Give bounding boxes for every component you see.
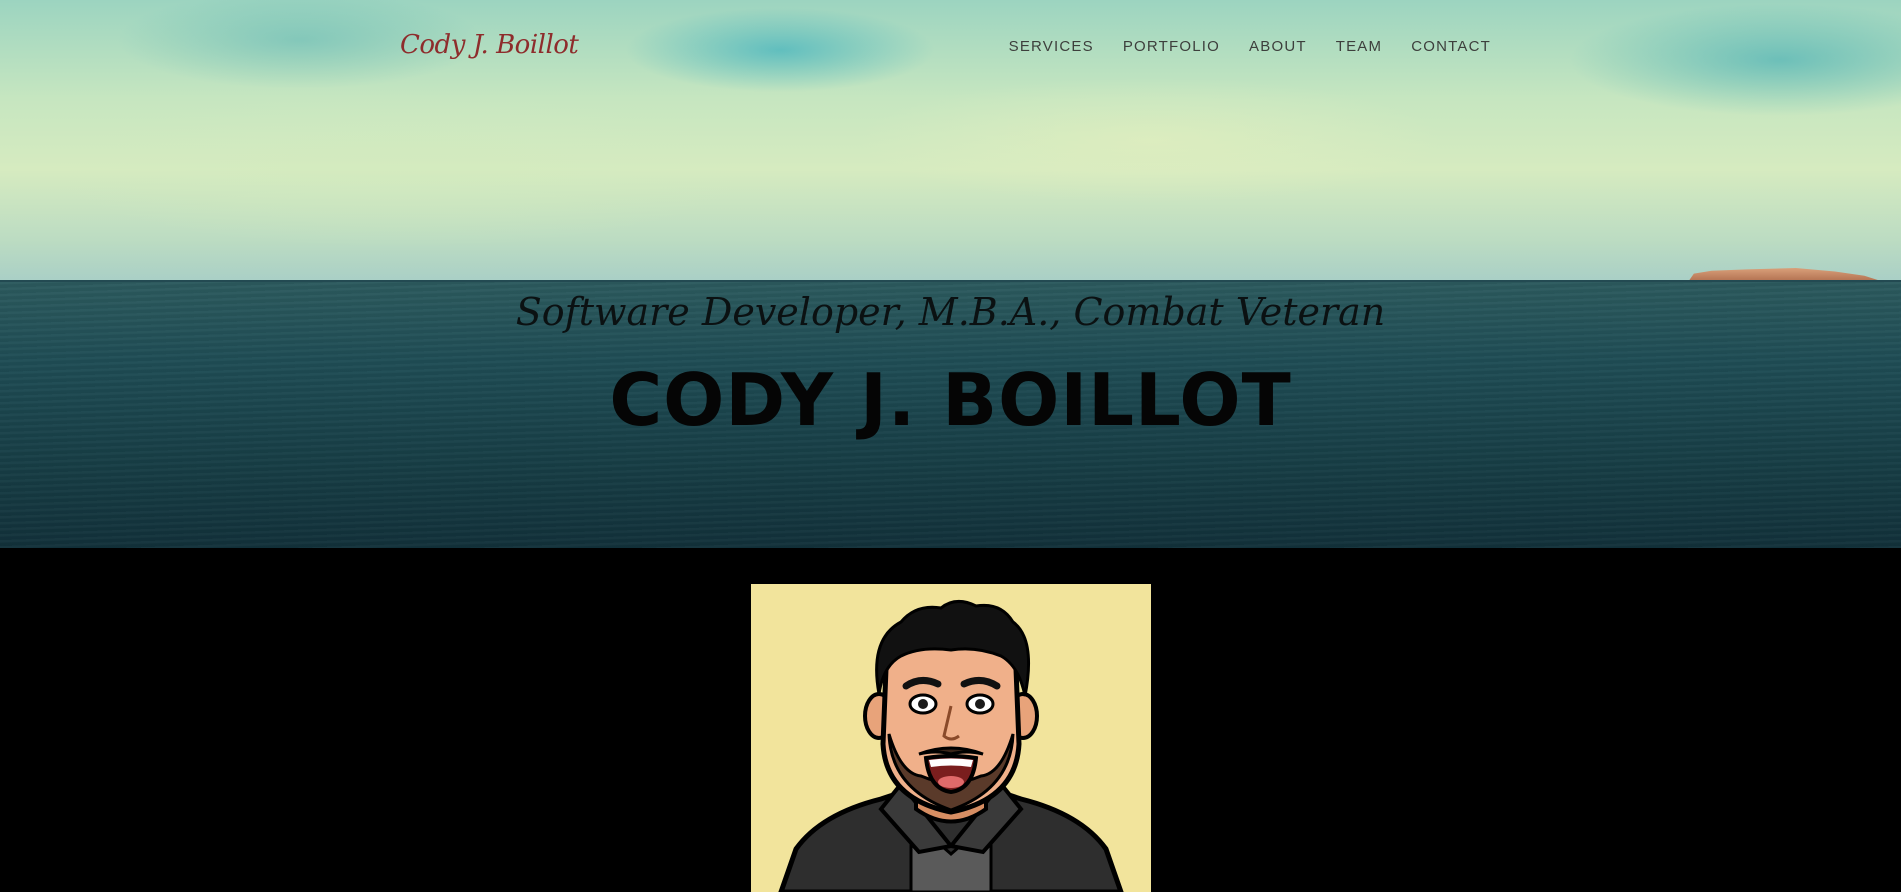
cartoon-portrait-image bbox=[778, 600, 1124, 892]
hero-subtitle: Software Developer, M.B.A., Combat Veter… bbox=[515, 290, 1386, 334]
hero-title: CODY J. BOILLOT bbox=[609, 358, 1292, 442]
nav-link-about[interactable]: ABOUT bbox=[1249, 38, 1307, 55]
top-navbar: Cody J. Boillot SERVICES PORTFOLIO ABOUT… bbox=[0, 0, 1901, 96]
nav-link-portfolio[interactable]: PORTFOLIO bbox=[1123, 38, 1220, 55]
profile-avatar bbox=[751, 584, 1151, 892]
hero-section: Cody J. Boillot SERVICES PORTFOLIO ABOUT… bbox=[0, 0, 1901, 548]
nav-menu: SERVICES PORTFOLIO ABOUT TEAM CONTACT bbox=[1009, 38, 1491, 55]
nav-link-contact[interactable]: CONTACT bbox=[1411, 38, 1491, 55]
brand-logo-link[interactable]: Cody J. Boillot bbox=[400, 30, 579, 60]
nav-link-team[interactable]: TEAM bbox=[1336, 38, 1382, 55]
nav-link-services[interactable]: SERVICES bbox=[1009, 38, 1094, 55]
